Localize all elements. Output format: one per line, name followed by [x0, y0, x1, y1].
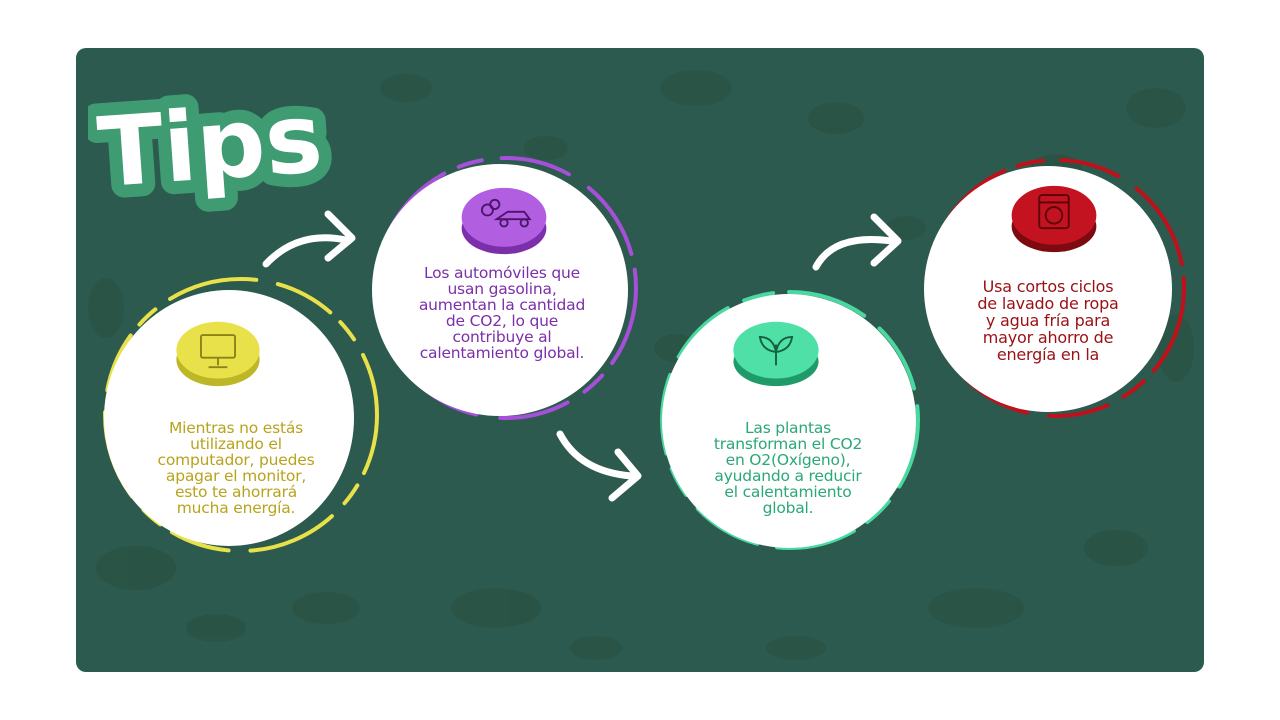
arrow-2-icon [556, 430, 642, 502]
red-button [1011, 185, 1097, 253]
green-button [733, 321, 819, 387]
tip-text-1: Mientras no estás utilizando el computad… [157, 419, 315, 517]
arrow-3-icon [812, 213, 902, 271]
tip-text-4: Usa cortos ciclos de lavado de ropa y ag… [977, 277, 1119, 364]
purple-button [461, 187, 547, 255]
tip-text-2: Los automóviles que usan gasolina, aumen… [418, 264, 586, 362]
title-text: Tips [94, 82, 326, 209]
yellow-button [176, 321, 260, 387]
tip-text-3: Las plantas transforman el CO2 en O2(Oxí… [713, 419, 863, 517]
arrow-1-icon [262, 210, 356, 268]
